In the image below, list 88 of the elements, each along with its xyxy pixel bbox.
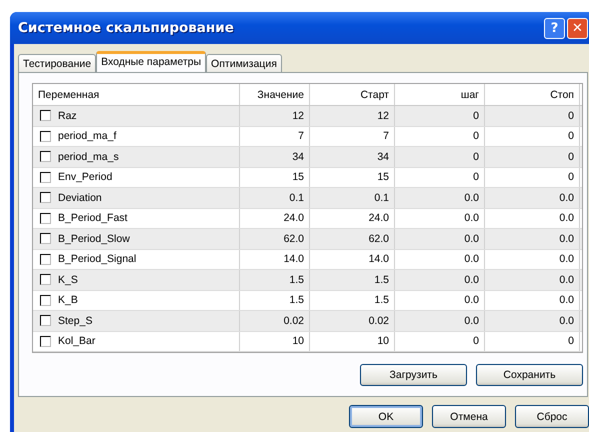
table-cell: 1.5 [310,270,395,290]
table-cell: 0 [485,126,580,146]
table-cell: 0.0 [485,208,580,228]
checkbox[interactable] [40,274,51,286]
table-cell: 0.0 [485,270,580,290]
table-cell: B_Period_Fast [58,212,128,224]
save-button[interactable]: Сохранить [476,364,583,386]
table-cell: 0.0 [395,229,485,248]
checkbox[interactable] [40,233,51,244]
table-cell: 34 [240,147,310,166]
table-cell: B_Period_Slow [58,232,130,245]
table-cell: 12 [310,106,395,126]
table-cell: 0.0 [395,290,485,310]
help-button[interactable]: ? [544,18,565,38]
table-cell: 12 [240,106,310,126]
table-cell: 0.0 [395,311,485,330]
tab[interactable]: Тестирование [18,54,96,72]
table-cell: 0.1 [310,188,395,208]
table-cell: period_ma_f [58,130,116,142]
table-cell: 0 [485,168,580,187]
table-cell: 0.0 [485,311,580,330]
column-header[interactable]: Старт [310,84,395,105]
table-cell: K_B [58,294,78,306]
table-cell: 0 [395,126,485,146]
dialog-button[interactable]: OK [349,405,423,428]
table-cell: 0.0 [395,188,485,208]
checkbox[interactable] [40,315,51,326]
checkbox[interactable] [40,110,51,122]
table-cell: 7 [240,126,310,146]
table-cell: 0.02 [310,311,395,330]
dialog-button[interactable]: Отмена [432,405,506,428]
table-cell: 14.0 [310,250,395,269]
table-cell: 1.5 [240,290,310,310]
table-cell: 0 [395,332,485,351]
table-cell: Env_Period [58,171,112,184]
table-cell: period_ma_s [58,150,119,163]
table-cell: Step_S [58,314,92,327]
table-cell: 10 [310,332,395,351]
column-header[interactable]: шаг [395,84,485,105]
table-cell: 0 [395,106,485,126]
load-button[interactable]: Загрузить [360,364,467,386]
table-cell: 0.0 [395,208,485,228]
checkbox[interactable] [40,212,51,224]
table-cell: 1.5 [310,290,395,310]
column-header[interactable]: Переменная [33,84,240,105]
table-cell: 24.0 [240,208,310,228]
table-cell: 0 [395,168,485,187]
checkbox[interactable] [40,130,51,142]
checkbox[interactable] [40,172,51,183]
table-cell: 0.1 [240,188,310,208]
column-header[interactable]: Стоп [485,84,580,105]
table-cell: Raz [58,110,77,122]
table-cell: 62.0 [310,229,395,248]
checkbox[interactable] [40,192,51,204]
tab[interactable]: Входные параметры [96,51,206,72]
table-cell: 0 [395,147,485,166]
table-cell: 0.0 [395,250,485,269]
window-title: Системное скальпирование [18,20,234,36]
table-cell: 62.0 [240,229,310,248]
table-cell: K_S [58,274,78,286]
table-cell: Deviation [58,192,102,204]
table-cell: 0 [485,147,580,166]
table-cell: B_Period_Signal [58,253,136,266]
table-cell: 0 [485,106,580,126]
dialog-button[interactable]: Сброс [515,405,589,428]
table-cell: 14.0 [240,250,310,269]
table-cell: 0.02 [240,311,310,330]
checkbox[interactable] [40,294,51,306]
table-cell: Kol_Bar [58,335,96,348]
table-cell: 0 [485,332,580,351]
table-cell: 24.0 [310,208,395,228]
table-cell: 0.0 [485,250,580,269]
table-cell: 0.0 [395,270,485,290]
table-cell: 15 [240,168,310,187]
checkbox[interactable] [40,336,51,347]
table-cell: 34 [310,147,395,166]
table-cell: 7 [310,126,395,146]
table-cell: 1.5 [240,270,310,290]
close-button[interactable]: ✕ [567,18,588,38]
table-cell: 15 [310,168,395,187]
tab[interactable]: Оптимизация [206,54,282,72]
table-cell: 0.0 [485,229,580,248]
table-cell: 10 [240,332,310,351]
checkbox[interactable] [40,151,51,162]
table-cell: 0.0 [485,188,580,208]
checkbox[interactable] [40,254,51,265]
table-cell: 0.0 [485,290,580,310]
column-header[interactable]: Значение [240,84,310,105]
